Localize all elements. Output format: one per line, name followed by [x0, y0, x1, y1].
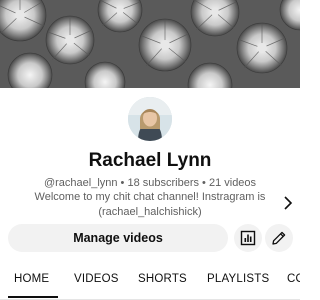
analytics-icon	[240, 230, 256, 246]
channel-banner	[0, 0, 300, 88]
tab-playlists[interactable]: PLAYLISTS	[207, 262, 269, 299]
analytics-button[interactable]	[234, 224, 262, 252]
channel-tabs: HOME VIDEOS SHORTS PLAYLISTS CO	[0, 262, 300, 300]
edit-button[interactable]	[265, 224, 293, 252]
tab-home[interactable]: HOME	[14, 262, 49, 299]
banner-flowers-image	[0, 0, 300, 88]
tab-videos[interactable]: VIDEOS	[74, 262, 119, 299]
chevron-right-icon[interactable]	[282, 195, 294, 211]
description-line-1: Welcome to my chit chat channel! Instrag…	[34, 191, 266, 203]
tab-community[interactable]: CO	[287, 262, 300, 299]
avatar-photo	[128, 97, 172, 141]
channel-name: Rachael Lynn	[88, 150, 212, 171]
active-tab-indicator	[8, 296, 58, 298]
description-line-2: (rachael_halchishick)	[98, 205, 202, 218]
channel-description[interactable]: Welcome to my chit chat channel! Instrag…	[30, 190, 270, 219]
tab-shorts[interactable]: SHORTS	[138, 262, 187, 299]
channel-avatar[interactable]	[128, 97, 172, 141]
pencil-icon	[272, 231, 286, 245]
channel-meta: @rachael_lynn • 18 subscribers • 21 vide…	[43, 177, 257, 189]
manage-videos-button[interactable]: Manage videos	[8, 224, 228, 252]
